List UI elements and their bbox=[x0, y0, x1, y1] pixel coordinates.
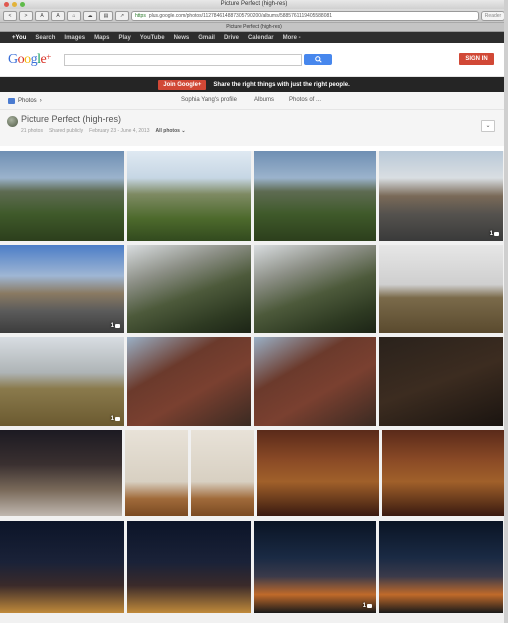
photo-thumbnail[interactable] bbox=[257, 430, 379, 516]
browser-toolbar: < > A A ⌂ ☁ ▤ ↗ https plus.google.com/ph… bbox=[0, 9, 508, 23]
cloud-icon[interactable]: ☁ bbox=[83, 10, 97, 21]
avatar[interactable] bbox=[7, 116, 18, 127]
photos-label: Photos bbox=[18, 97, 37, 104]
reader-button[interactable]: Reader bbox=[481, 10, 505, 21]
bookmarks-icon[interactable]: ▤ bbox=[99, 10, 113, 21]
text-larger-button[interactable]: A bbox=[51, 10, 65, 21]
photo-thumbnail[interactable] bbox=[0, 151, 124, 241]
photo-thumbnail[interactable] bbox=[254, 245, 376, 333]
search-input[interactable] bbox=[64, 54, 302, 66]
google-bar-item[interactable]: YouTube bbox=[140, 35, 165, 41]
window-edge bbox=[504, 0, 508, 623]
url-text: plus.google.com/photos/11278461488730579… bbox=[148, 12, 333, 19]
comment-count-badge[interactable]: 1 bbox=[490, 231, 499, 237]
photo-count: 21 photos bbox=[21, 128, 43, 134]
sub-navigation: Photos › Sophia Yang's profile Albums Ph… bbox=[0, 92, 508, 110]
comment-count: 1 bbox=[110, 416, 114, 422]
chevron-down-icon: ⌄ bbox=[181, 128, 186, 134]
photo-thumbnail[interactable] bbox=[191, 430, 254, 516]
comment-count: 1 bbox=[362, 603, 366, 609]
photo-thumbnail[interactable] bbox=[125, 430, 188, 516]
window-title: Picture Perfect (high-res) bbox=[220, 1, 288, 7]
google-bar-item[interactable]: Calendar bbox=[248, 35, 274, 41]
page-header: Google+ SIGN IN bbox=[0, 43, 508, 77]
photo-thumbnail[interactable] bbox=[379, 337, 503, 426]
photo-thumbnail[interactable] bbox=[127, 151, 251, 241]
promo-text: Share the right things with just the rig… bbox=[213, 81, 350, 88]
title-bar: Picture Perfect (high-res) bbox=[0, 0, 508, 9]
photo-thumbnail[interactable]: 1 bbox=[0, 245, 124, 333]
google-bar-item[interactable]: Search bbox=[35, 35, 55, 41]
photo-thumbnail[interactable] bbox=[254, 151, 376, 241]
back-button[interactable]: < bbox=[3, 10, 17, 21]
text-smaller-button[interactable]: A bbox=[35, 10, 49, 21]
photo-thumbnail[interactable] bbox=[0, 430, 122, 516]
google-bar-item[interactable]: More - bbox=[283, 35, 301, 41]
google-bar-item[interactable]: News bbox=[174, 35, 190, 41]
tab-title: Picture Perfect (high-res) bbox=[0, 23, 508, 32]
photo-thumbnail[interactable] bbox=[127, 521, 251, 613]
photos-nav[interactable]: Photos › bbox=[8, 97, 42, 104]
forward-button[interactable]: > bbox=[19, 10, 33, 21]
photo-thumbnail[interactable] bbox=[0, 521, 124, 613]
google-bar-item[interactable]: Drive bbox=[224, 35, 239, 41]
google-bar-item[interactable]: +You bbox=[12, 35, 26, 41]
photo-thumbnail[interactable] bbox=[382, 430, 504, 516]
photo-thumbnail[interactable]: 1 bbox=[254, 521, 376, 613]
google-bar-item[interactable]: Play bbox=[118, 35, 130, 41]
album-header: Picture Perfect (high-res) 21 photos Sha… bbox=[0, 110, 508, 146]
home-icon[interactable]: ⌂ bbox=[67, 10, 81, 21]
photo-thumbnail[interactable] bbox=[379, 245, 503, 333]
photo-thumbnail[interactable] bbox=[127, 337, 251, 426]
sign-in-button[interactable]: SIGN IN bbox=[459, 53, 494, 65]
photo-thumbnail[interactable]: 1 bbox=[0, 337, 124, 426]
search-button[interactable] bbox=[304, 54, 332, 65]
photo-thumbnail[interactable]: 1 bbox=[379, 151, 503, 241]
profile-link[interactable]: Sophia Yang's profile bbox=[181, 97, 237, 103]
join-google-plus-button[interactable]: Join Google+ bbox=[158, 79, 207, 90]
sharing-status: Shared publicly bbox=[48, 128, 84, 134]
photo-thumbnail[interactable] bbox=[379, 521, 503, 613]
comment-icon bbox=[494, 232, 499, 236]
google-bar-item[interactable]: Images bbox=[64, 35, 85, 41]
url-scheme: https bbox=[135, 12, 146, 19]
close-window-button[interactable] bbox=[4, 2, 9, 7]
share-icon[interactable]: ↗ bbox=[115, 10, 129, 21]
photo-grid: 1 1 1 1 bbox=[0, 151, 508, 623]
photo-thumbnail[interactable] bbox=[254, 337, 376, 426]
google-bar-item[interactable]: Maps bbox=[94, 35, 109, 41]
album-title: Picture Perfect (high-res) bbox=[21, 114, 122, 124]
comment-icon bbox=[115, 324, 120, 328]
zoom-window-button[interactable] bbox=[20, 2, 25, 7]
comment-count: 1 bbox=[489, 231, 493, 237]
comment-icon bbox=[367, 604, 372, 608]
albums-link[interactable]: Albums bbox=[254, 97, 274, 103]
comment-count: 1 bbox=[110, 323, 114, 329]
comment-icon bbox=[115, 417, 120, 421]
window-controls bbox=[4, 2, 25, 7]
album-meta: 21 photos Shared publicly February 23 - … bbox=[21, 128, 186, 134]
collapse-button[interactable]: ⌄ bbox=[481, 120, 495, 132]
promo-bar: Join Google+ Share the right things with… bbox=[0, 77, 508, 92]
all-photos-filter[interactable]: All photos ⌄ bbox=[155, 128, 185, 134]
comment-count-badge[interactable]: 1 bbox=[111, 323, 120, 329]
google-bar-item[interactable]: Gmail bbox=[198, 35, 215, 41]
chevron-down-icon: ⌄ bbox=[485, 123, 491, 129]
date-range: February 23 - June 4, 2013 bbox=[89, 128, 150, 134]
google-bar: +You Search Images Maps Play YouTube News Gmail… bbox=[0, 32, 508, 43]
photos-icon bbox=[8, 97, 15, 104]
photo-thumbnail[interactable] bbox=[127, 245, 251, 333]
browser-window: Picture Perfect (high-res) < > A A ⌂ ☁ ▤… bbox=[0, 0, 508, 623]
address-bar[interactable]: https plus.google.com/photos/11278461488… bbox=[131, 10, 479, 21]
comment-count-badge[interactable]: 1 bbox=[111, 416, 120, 422]
photos-of-link[interactable]: Photos of ... bbox=[289, 97, 321, 103]
search-icon bbox=[314, 55, 322, 63]
minimize-window-button[interactable] bbox=[12, 2, 17, 7]
chevron-right-icon: › bbox=[39, 97, 42, 104]
comment-count-badge[interactable]: 1 bbox=[363, 603, 372, 609]
google-plus-logo[interactable]: Google+ bbox=[8, 52, 51, 68]
